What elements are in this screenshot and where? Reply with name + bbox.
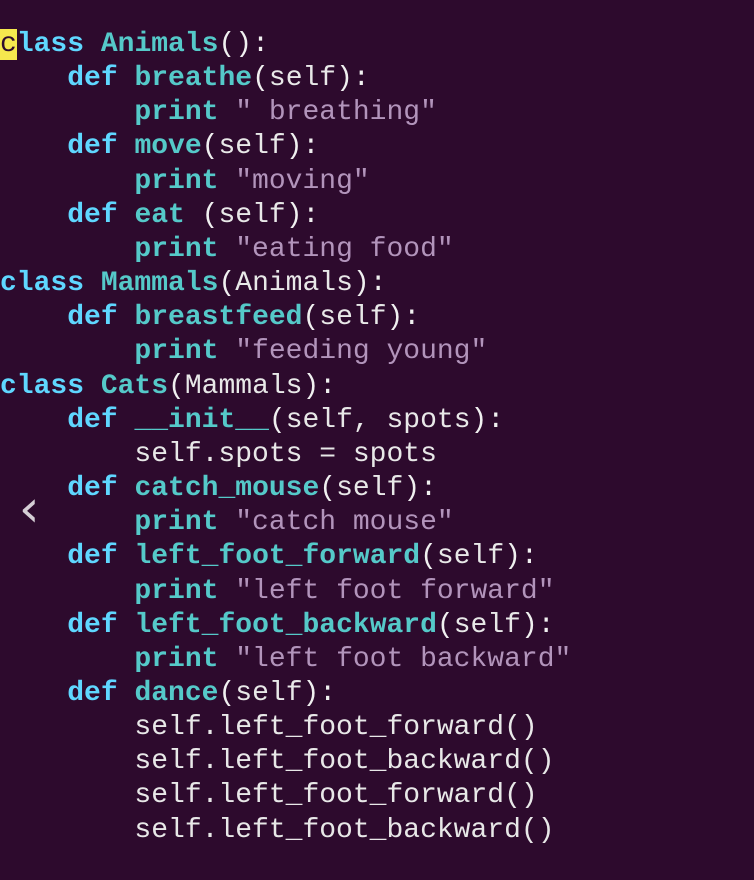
keyword-def: def	[67, 473, 117, 504]
string-literal: "eating food"	[235, 234, 453, 265]
keyword-def: def	[67, 610, 117, 641]
keyword-class: class	[0, 371, 84, 402]
print-call: print	[134, 166, 218, 197]
keyword-def: def	[67, 63, 117, 94]
method-left-foot-forward: left_foot_forward	[134, 541, 420, 572]
keyword-class: class	[0, 268, 84, 299]
method-left-foot-backward: left_foot_backward	[134, 610, 436, 641]
method-eat: eat	[134, 200, 201, 231]
method-breathe: breathe	[134, 63, 252, 94]
keyword-def: def	[67, 541, 117, 572]
string-literal: "feeding young"	[235, 336, 487, 367]
keyword-class: lass	[17, 29, 84, 60]
cursor: c	[0, 29, 17, 60]
body-line: self.left_foot_forward()	[134, 780, 537, 811]
keyword-def: def	[67, 131, 117, 162]
print-call: print	[134, 97, 218, 128]
body-line: self.left_foot_backward()	[134, 746, 554, 777]
keyword-def: def	[67, 405, 117, 436]
string-literal: " breathing"	[235, 97, 437, 128]
method-dance: dance	[134, 678, 218, 709]
print-call: print	[134, 336, 218, 367]
keyword-def: def	[67, 200, 117, 231]
string-literal: "left foot backward"	[235, 644, 571, 675]
body-line: self.left_foot_backward()	[134, 815, 554, 846]
body-line: self.spots = spots	[134, 439, 436, 470]
keyword-def: def	[67, 678, 117, 709]
print-call: print	[134, 644, 218, 675]
method-init: __init__	[134, 405, 268, 436]
string-literal: "left foot forward"	[235, 576, 554, 607]
print-call: print	[134, 507, 218, 538]
method-breastfeed: breastfeed	[134, 302, 302, 333]
string-literal: "catch mouse"	[235, 507, 453, 538]
method-catch-mouse: catch_mouse	[134, 473, 319, 504]
class-name-animals: Animals	[101, 29, 219, 60]
body-line: self.left_foot_forward()	[134, 712, 537, 743]
string-literal: "moving"	[235, 166, 369, 197]
keyword-def: def	[67, 302, 117, 333]
code-editor[interactable]: class Animals(): def breathe(self): prin…	[0, 28, 754, 848]
class-name-cats: Cats	[101, 371, 168, 402]
print-call: print	[134, 576, 218, 607]
print-call: print	[134, 234, 218, 265]
class-name-mammals: Mammals	[101, 268, 219, 299]
method-move: move	[134, 131, 201, 162]
